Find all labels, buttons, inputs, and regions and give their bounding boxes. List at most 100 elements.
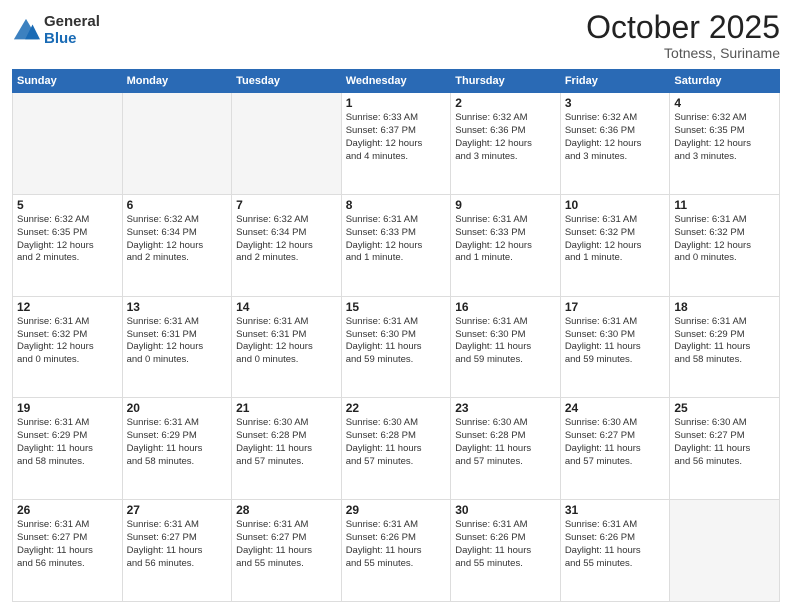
cell-line: and 2 minutes.	[236, 252, 337, 265]
day-number: 20	[127, 401, 228, 415]
cell-line: Sunrise: 6:31 AM	[236, 519, 337, 532]
cell-line: Sunrise: 6:31 AM	[17, 519, 118, 532]
table-row: 4Sunrise: 6:32 AMSunset: 6:35 PMDaylight…	[670, 93, 780, 195]
cell-line: Sunset: 6:32 PM	[565, 227, 666, 240]
cell-line: Sunrise: 6:32 AM	[674, 112, 775, 125]
cell-line: Sunset: 6:27 PM	[565, 430, 666, 443]
cell-line: Sunset: 6:37 PM	[346, 125, 447, 138]
day-number: 21	[236, 401, 337, 415]
calendar-week-1: 5Sunrise: 6:32 AMSunset: 6:35 PMDaylight…	[13, 194, 780, 296]
cell-line: and 2 minutes.	[17, 252, 118, 265]
cell-line: and 55 minutes.	[346, 558, 447, 571]
cell-line: and 58 minutes.	[127, 456, 228, 469]
cell-line: Sunset: 6:29 PM	[127, 430, 228, 443]
cell-line: and 57 minutes.	[565, 456, 666, 469]
cell-line: Sunset: 6:26 PM	[455, 532, 556, 545]
cell-line: Sunrise: 6:31 AM	[346, 214, 447, 227]
cell-line: Sunset: 6:35 PM	[17, 227, 118, 240]
table-row: 15 Sunrise: 6:31 AMSunset: 6:30 PMDayligh…	[341, 296, 451, 398]
col-sunday: Sunday	[13, 70, 123, 93]
day-number: 23	[455, 401, 556, 415]
table-row: 22Sunrise: 6:30 AMSunset: 6:28 PMDayligh…	[341, 398, 451, 500]
cell-line: Sunset: 6:34 PM	[127, 227, 228, 240]
cell-line: Sunset: 6:30 PM	[455, 329, 556, 342]
table-row: 13Sunrise: 6:31 AMSunset: 6:31 PMDayligh…	[122, 296, 232, 398]
col-friday: Friday	[560, 70, 670, 93]
cell-line: Daylight: 11 hours	[565, 443, 666, 456]
cell-line: Daylight: 11 hours	[674, 341, 775, 354]
cell-line: Sunrise: 6:31 AM	[17, 417, 118, 430]
table-row: 6Sunrise: 6:32 AMSunset: 6:34 PMDaylight…	[122, 194, 232, 296]
table-row: 1Sunrise: 6:33 AMSunset: 6:37 PMDaylight…	[341, 93, 451, 195]
table-row: 17Sunrise: 6:31 AMSunset: 6:30 PMDayligh…	[560, 296, 670, 398]
cell-line: Sunset: 6:27 PM	[127, 532, 228, 545]
day-number: 13	[127, 300, 228, 314]
cell-line: Sunset: 6:26 PM	[346, 532, 447, 545]
cell-line: Sunrise: 6:31 AM	[127, 519, 228, 532]
cell-line: Daylight: 11 hours	[346, 545, 447, 558]
day-number: 11	[674, 198, 775, 212]
cell-line: Sunrise: 6:31 AM	[674, 214, 775, 227]
cell-line: Daylight: 11 hours	[346, 341, 447, 354]
day-number: 25	[674, 401, 775, 415]
cell-line: and 0 minutes.	[236, 354, 337, 367]
cell-line: Sunset: 6:29 PM	[674, 329, 775, 342]
cell-line: Daylight: 12 hours	[674, 240, 775, 253]
location: Totness, Suriname	[586, 45, 780, 61]
table-row: 12Sunrise: 6:31 AMSunset: 6:32 PMDayligh…	[13, 296, 123, 398]
table-row: 3Sunrise: 6:32 AMSunset: 6:36 PMDaylight…	[560, 93, 670, 195]
cell-line: Sunrise: 6:31 AM	[565, 316, 666, 329]
cell-line: Sunrise: 6:31 AM	[455, 214, 556, 227]
table-row: 19Sunrise: 6:31 AMSunset: 6:29 PMDayligh…	[13, 398, 123, 500]
cell-line: Sunrise: 6:31 AM	[127, 316, 228, 329]
day-number: 15	[346, 300, 447, 314]
day-number: 2	[455, 96, 556, 110]
table-row: 5Sunrise: 6:32 AMSunset: 6:35 PMDaylight…	[13, 194, 123, 296]
cell-line: and 55 minutes.	[565, 558, 666, 571]
table-row: 30Sunrise: 6:31 AMSunset: 6:26 PMDayligh…	[451, 500, 561, 602]
day-number: 3	[565, 96, 666, 110]
title-block: October 2025 Totness, Suriname	[586, 10, 780, 61]
cell-line: and 0 minutes.	[674, 252, 775, 265]
cell-line: Sunrise: 6:31 AM	[346, 519, 447, 532]
cell-line: Daylight: 11 hours	[674, 443, 775, 456]
cell-line: and 59 minutes.	[346, 354, 447, 367]
cell-line: Sunset: 6:28 PM	[236, 430, 337, 443]
cell-line: and 56 minutes.	[674, 456, 775, 469]
cell-line: Daylight: 12 hours	[565, 240, 666, 253]
cell-line: and 59 minutes.	[565, 354, 666, 367]
cell-line: Daylight: 11 hours	[127, 545, 228, 558]
page: General Blue October 2025 Totness, Surin…	[0, 0, 792, 612]
table-row	[670, 500, 780, 602]
cell-line: Sunset: 6:32 PM	[17, 329, 118, 342]
cell-line: and 3 minutes.	[674, 151, 775, 164]
cell-line: Daylight: 11 hours	[346, 443, 447, 456]
cell-line: Sunrise: 6:32 AM	[17, 214, 118, 227]
cell-line: Daylight: 12 hours	[236, 240, 337, 253]
cell-line: Daylight: 12 hours	[455, 138, 556, 151]
col-thursday: Thursday	[451, 70, 561, 93]
day-number: 4	[674, 96, 775, 110]
cell-line: Sunset: 6:30 PM	[346, 329, 447, 342]
cell-line: Sunset: 6:35 PM	[674, 125, 775, 138]
day-number: 7	[236, 198, 337, 212]
table-row: 18Sunrise: 6:31 AMSunset: 6:29 PMDayligh…	[670, 296, 780, 398]
cell-line: and 3 minutes.	[565, 151, 666, 164]
calendar-week-2: 12Sunrise: 6:31 AMSunset: 6:32 PMDayligh…	[13, 296, 780, 398]
table-row: 25Sunrise: 6:30 AMSunset: 6:27 PMDayligh…	[670, 398, 780, 500]
cell-line: Sunset: 6:28 PM	[346, 430, 447, 443]
table-row: 8Sunrise: 6:31 AMSunset: 6:33 PMDaylight…	[341, 194, 451, 296]
cell-line: Sunrise: 6:31 AM	[17, 316, 118, 329]
cell-line: Sunrise: 6:31 AM	[346, 316, 447, 329]
table-row: 9Sunrise: 6:31 AMSunset: 6:33 PMDaylight…	[451, 194, 561, 296]
cell-line: and 59 minutes.	[455, 354, 556, 367]
calendar-table: Sunday Monday Tuesday Wednesday Thursday…	[12, 69, 780, 602]
day-number: 14	[236, 300, 337, 314]
cell-line: Sunrise: 6:31 AM	[455, 316, 556, 329]
calendar-header-row: Sunday Monday Tuesday Wednesday Thursday…	[13, 70, 780, 93]
cell-line: Sunset: 6:33 PM	[346, 227, 447, 240]
day-number: 1	[346, 96, 447, 110]
cell-line: Daylight: 11 hours	[236, 545, 337, 558]
cell-line: and 55 minutes.	[236, 558, 337, 571]
logo-text: General Blue	[44, 14, 100, 47]
